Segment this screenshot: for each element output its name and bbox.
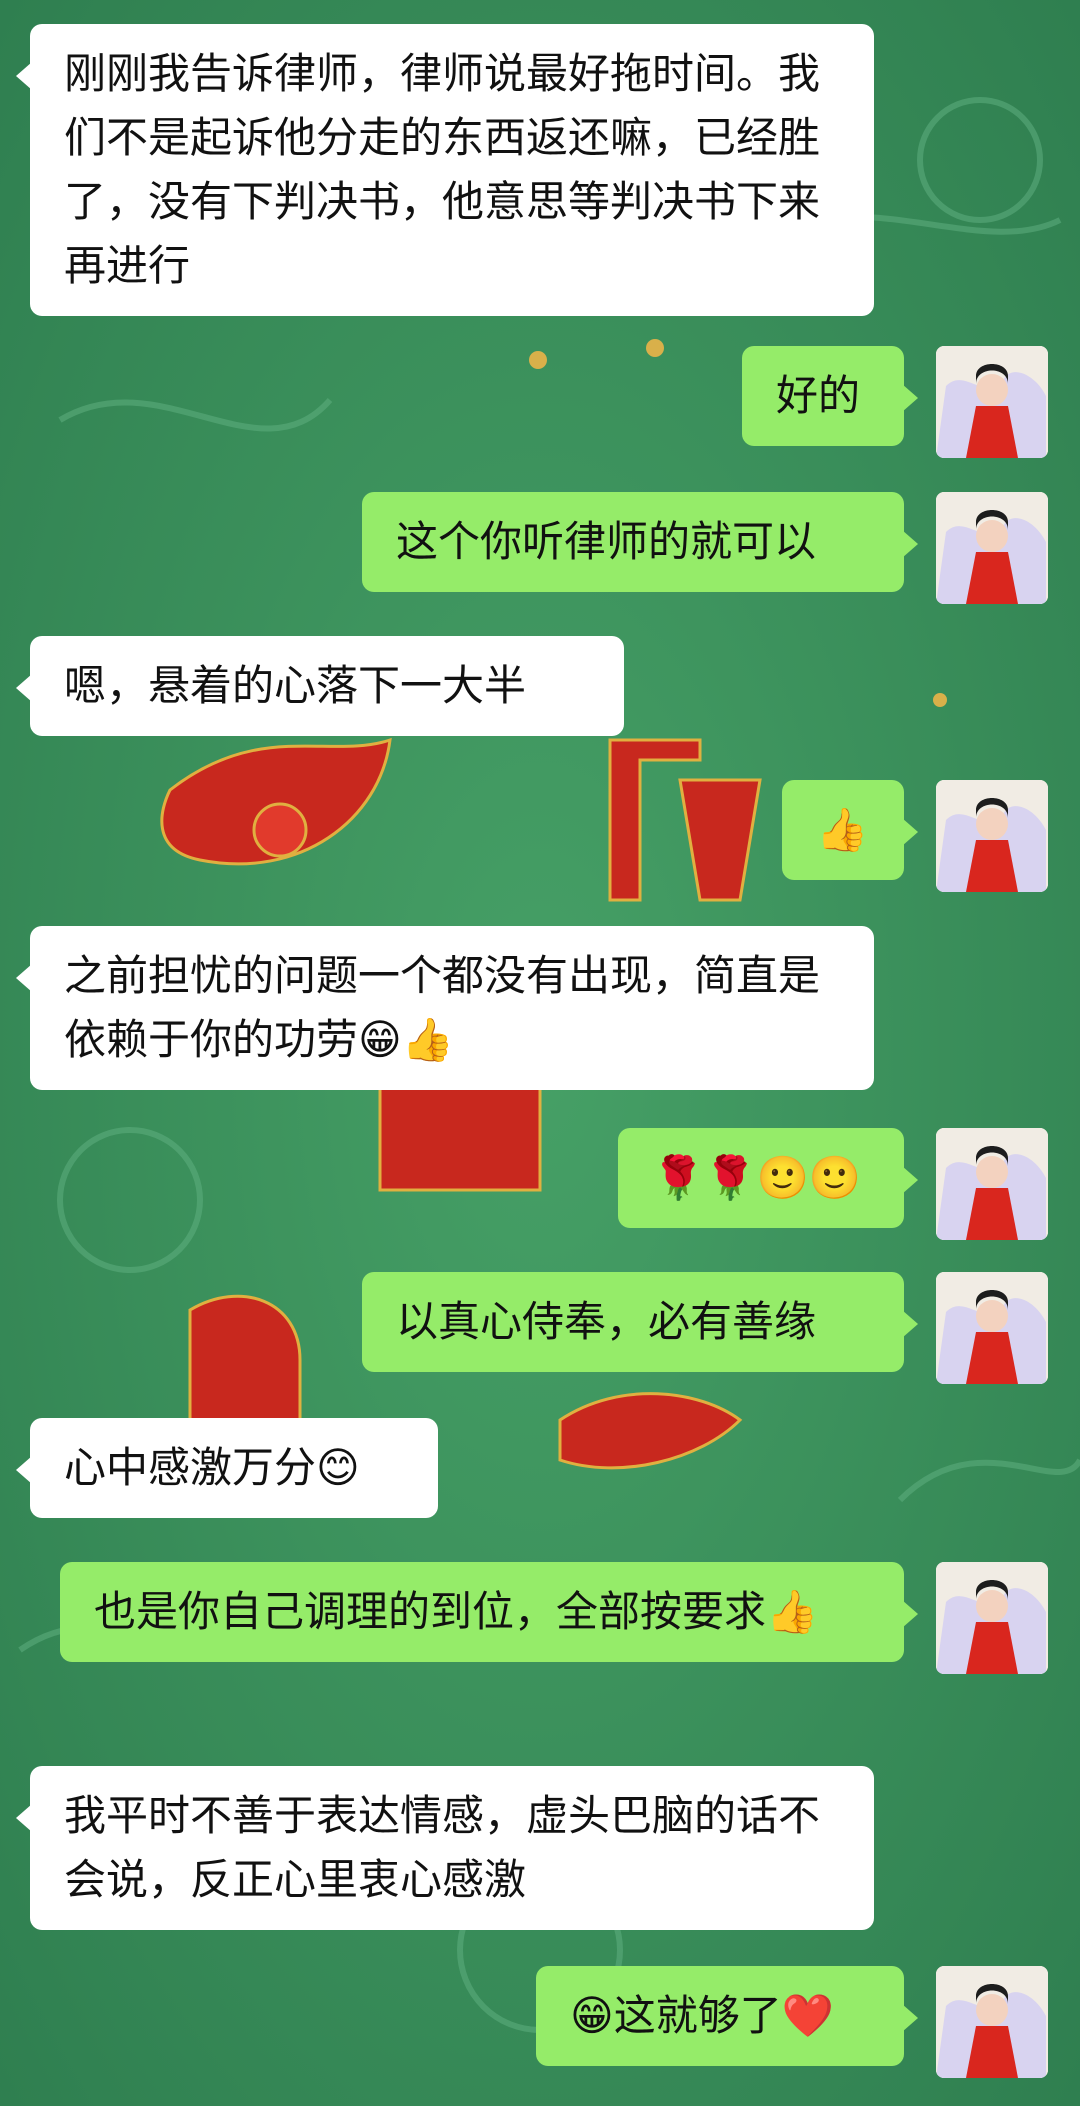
incoming-message-bubble[interactable]: 之前担忧的问题一个都没有出现，简直是依赖于你的功劳😁👍 bbox=[16, 926, 874, 1090]
user-avatar[interactable] bbox=[936, 1562, 1048, 1674]
outgoing-message-bubble[interactable]: 😁这就够了❤️ bbox=[536, 1966, 918, 2066]
outgoing-message-bubble[interactable]: 也是你自己调理的到位，全部按要求👍 bbox=[60, 1562, 918, 1662]
user-avatar[interactable] bbox=[936, 1128, 1048, 1240]
outgoing-message-bubble[interactable]: 好的 bbox=[742, 346, 918, 446]
incoming-message-bubble[interactable]: 我平时不善于表达情感，虚头巴脑的话不会说，反正心里衷心感激 bbox=[16, 1766, 874, 1930]
outgoing-message-bubble[interactable]: 这个你听律师的就可以 bbox=[362, 492, 918, 592]
user-avatar[interactable] bbox=[936, 780, 1048, 892]
user-avatar[interactable] bbox=[936, 1966, 1048, 2078]
user-avatar[interactable] bbox=[936, 492, 1048, 604]
outgoing-message-bubble[interactable]: 👍 bbox=[782, 780, 918, 880]
incoming-message-bubble[interactable]: 嗯，悬着的心落下一大半 bbox=[16, 636, 624, 736]
incoming-message-bubble[interactable]: 刚刚我告诉律师，律师说最好拖时间。我们不是起诉他分走的东西返还嘛，已经胜了，没有… bbox=[16, 24, 874, 316]
outgoing-message-bubble[interactable]: 🌹🌹🙂🙂 bbox=[618, 1128, 918, 1228]
user-avatar[interactable] bbox=[936, 1272, 1048, 1384]
user-avatar[interactable] bbox=[936, 346, 1048, 458]
incoming-message-bubble[interactable]: 心中感激万分😊 bbox=[16, 1418, 438, 1518]
outgoing-message-bubble[interactable]: 以真心侍奉，必有善缘 bbox=[362, 1272, 918, 1372]
